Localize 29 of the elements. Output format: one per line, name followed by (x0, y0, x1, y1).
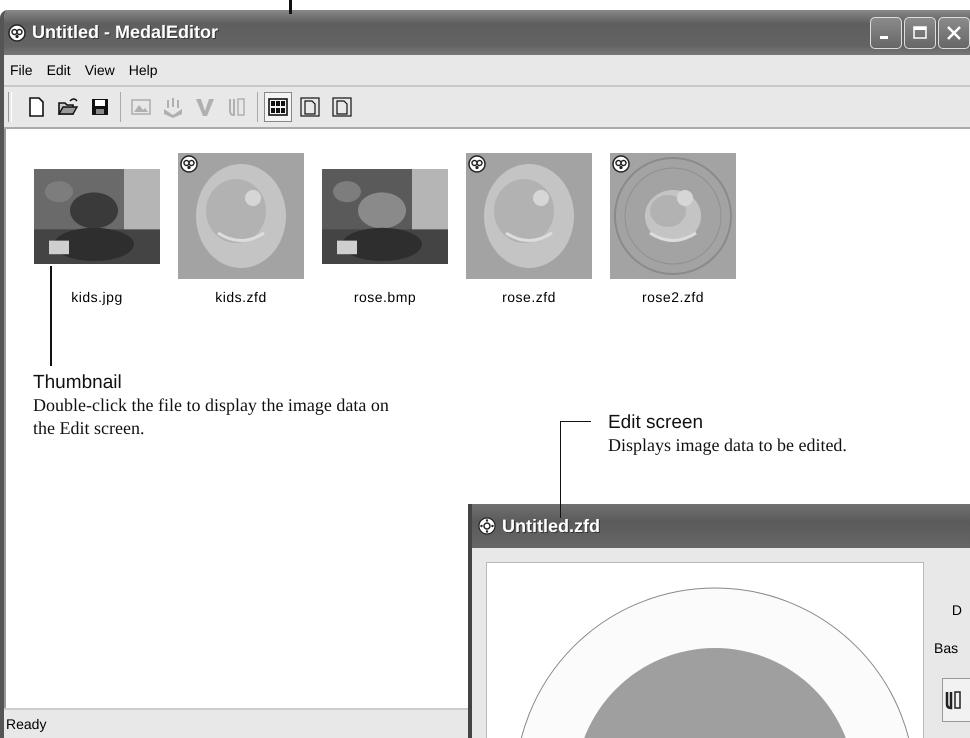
arrows-icon (161, 95, 185, 119)
field-label: Bas (933, 640, 958, 656)
maximize-button[interactable] (904, 16, 936, 48)
file-name[interactable]: rose2.zfd (642, 289, 704, 305)
minimize-button[interactable] (870, 16, 902, 48)
file-name[interactable]: kids.jpg (71, 289, 123, 305)
page-icon (330, 95, 354, 119)
grid-icon (266, 95, 290, 119)
callout-heading: Edit screen (608, 412, 704, 434)
menu-item[interactable]: Edit (46, 62, 71, 78)
callout-text: Double-click the file to display the image data on the Edit screen. (33, 394, 390, 440)
menu-item[interactable]: View (84, 62, 115, 78)
menu-item[interactable]: Help (128, 62, 158, 78)
file-name[interactable]: rose.zfd (502, 289, 556, 305)
gear-icon (478, 517, 496, 535)
callout-text: Displays image data to be edited. (608, 434, 847, 457)
field-label: D (950, 602, 962, 618)
window-title: Untitled.zfd (502, 516, 600, 536)
close-button[interactable] (938, 16, 970, 48)
toolbar-button[interactable] (264, 92, 292, 122)
page-icon (298, 95, 322, 119)
file-name[interactable]: rose.bmp (354, 289, 416, 305)
minimize-icon (880, 36, 888, 39)
menu-item[interactable]: File (10, 62, 33, 78)
medal-icon (8, 24, 26, 42)
callout-heading: Thumbnail (33, 372, 123, 394)
file-name[interactable]: kids.zfd (215, 289, 267, 305)
toolbar-button[interactable] (942, 678, 970, 722)
window-title: Untitled - MedalEditor (32, 22, 218, 43)
